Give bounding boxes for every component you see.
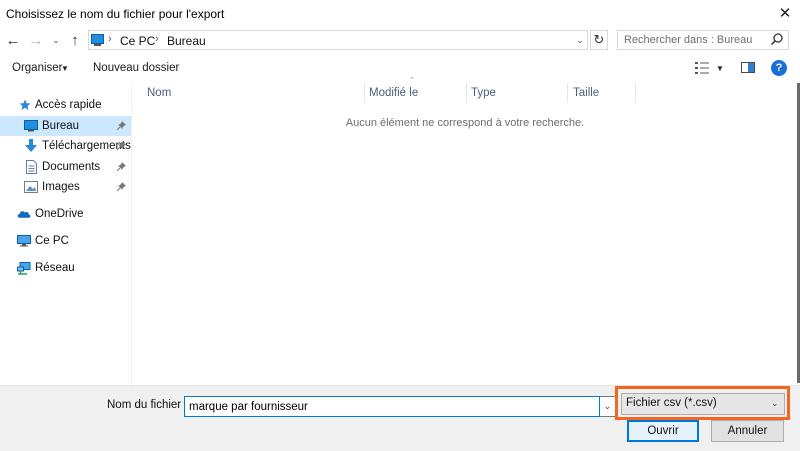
empty-results-message: Aucun élément ne correspond à votre rech…: [345, 117, 585, 129]
column-divider[interactable]: [635, 83, 636, 103]
monitor-stand: [94, 44, 101, 46]
breadcrumb-ce-pc[interactable]: Ce PC: [120, 34, 155, 48]
organize-button[interactable]: Organiser: [12, 62, 63, 74]
column-header-name[interactable]: Nom: [147, 87, 171, 99]
back-arrow-icon[interactable]: ←: [4, 31, 22, 49]
sidebar-item-label: OneDrive: [35, 208, 84, 220]
annotation-highlight-box: [615, 386, 790, 420]
column-header-type[interactable]: Type: [471, 87, 496, 99]
sidebar-item-reseau[interactable]: Réseau: [0, 258, 131, 278]
cloud-icon: [17, 207, 31, 221]
filename-input[interactable]: [184, 396, 600, 417]
filename-dropdown-icon[interactable]: ⌄: [600, 396, 616, 417]
sidebar-item-quick-access[interactable]: Accès rapide: [0, 95, 131, 115]
help-icon[interactable]: ?: [771, 60, 787, 76]
sidebar-item-label: Images: [42, 181, 80, 193]
refresh-icon[interactable]: ↻: [590, 30, 608, 50]
pin-icon: [116, 161, 126, 173]
network-icon: [17, 261, 31, 275]
download-icon: [24, 139, 38, 153]
address-bar[interactable]: [88, 30, 588, 50]
sidebar-item-label: Réseau: [35, 262, 75, 274]
pin-icon: [116, 120, 126, 132]
image-icon: [24, 180, 38, 194]
cancel-button[interactable]: Annuler: [711, 420, 784, 442]
forward-arrow-icon[interactable]: →: [27, 31, 45, 49]
caret-down-icon[interactable]: ▼: [61, 64, 69, 73]
pin-icon: [116, 181, 126, 193]
computer-icon: [17, 234, 31, 248]
column-divider[interactable]: [466, 83, 467, 103]
new-folder-button[interactable]: Nouveau dossier: [93, 62, 179, 74]
search-placeholder: Rechercher dans : Bureau: [624, 34, 753, 46]
column-header-modified[interactable]: Modifié le: [369, 87, 418, 99]
column-divider[interactable]: [567, 83, 568, 103]
window-title: Choisissez le nom du fichier pour l'expo…: [6, 7, 225, 21]
open-button[interactable]: Ouvrir: [627, 420, 699, 442]
recent-locations-chevron-icon[interactable]: ⌄: [50, 33, 62, 47]
preview-pane-icon-fill: [748, 63, 754, 72]
desktop-icon: [24, 119, 38, 133]
breadcrumb-separator: ›: [108, 33, 112, 45]
sidebar-item-label: Bureau: [42, 120, 80, 132]
sidebar-item-images[interactable]: Images: [0, 177, 131, 197]
sidebar-item-bureau[interactable]: Bureau: [0, 116, 131, 136]
view-caret-down-icon[interactable]: ▼: [716, 64, 724, 73]
breadcrumb-separator: ›: [155, 33, 159, 45]
sidebar-item-label: Ce PC: [35, 235, 69, 247]
column-divider[interactable]: [364, 83, 365, 103]
sidebar-item-ce-pc[interactable]: Ce PC: [0, 231, 131, 251]
filename-label: Nom du fichier :: [107, 399, 188, 411]
address-dropdown-icon[interactable]: ⌄: [574, 33, 586, 47]
close-icon[interactable]: ✕: [772, 2, 798, 24]
navigation-pane: Accès rapide Bureau Téléchargements Docu…: [0, 83, 132, 385]
sidebar-item-telechargements[interactable]: Téléchargements: [0, 136, 131, 156]
sort-indicator-icon: ⌃: [409, 77, 415, 84]
document-icon: [24, 160, 38, 174]
sidebar-item-documents[interactable]: Documents: [0, 157, 131, 177]
view-options-icon[interactable]: [694, 61, 710, 75]
star-icon: [18, 98, 32, 112]
sidebar-item-label: Accès rapide: [35, 99, 102, 111]
pin-icon: [116, 140, 126, 152]
up-arrow-icon[interactable]: ↑: [66, 31, 84, 49]
breadcrumb-bureau[interactable]: Bureau: [167, 34, 206, 48]
search-icon[interactable]: [769, 32, 785, 48]
sidebar-item-onedrive[interactable]: OneDrive: [0, 204, 131, 224]
column-header-size[interactable]: Taille: [573, 87, 599, 99]
column-header-row: [131, 83, 791, 103]
sidebar-item-label: Documents: [42, 161, 101, 173]
monitor-icon: [91, 34, 104, 44]
